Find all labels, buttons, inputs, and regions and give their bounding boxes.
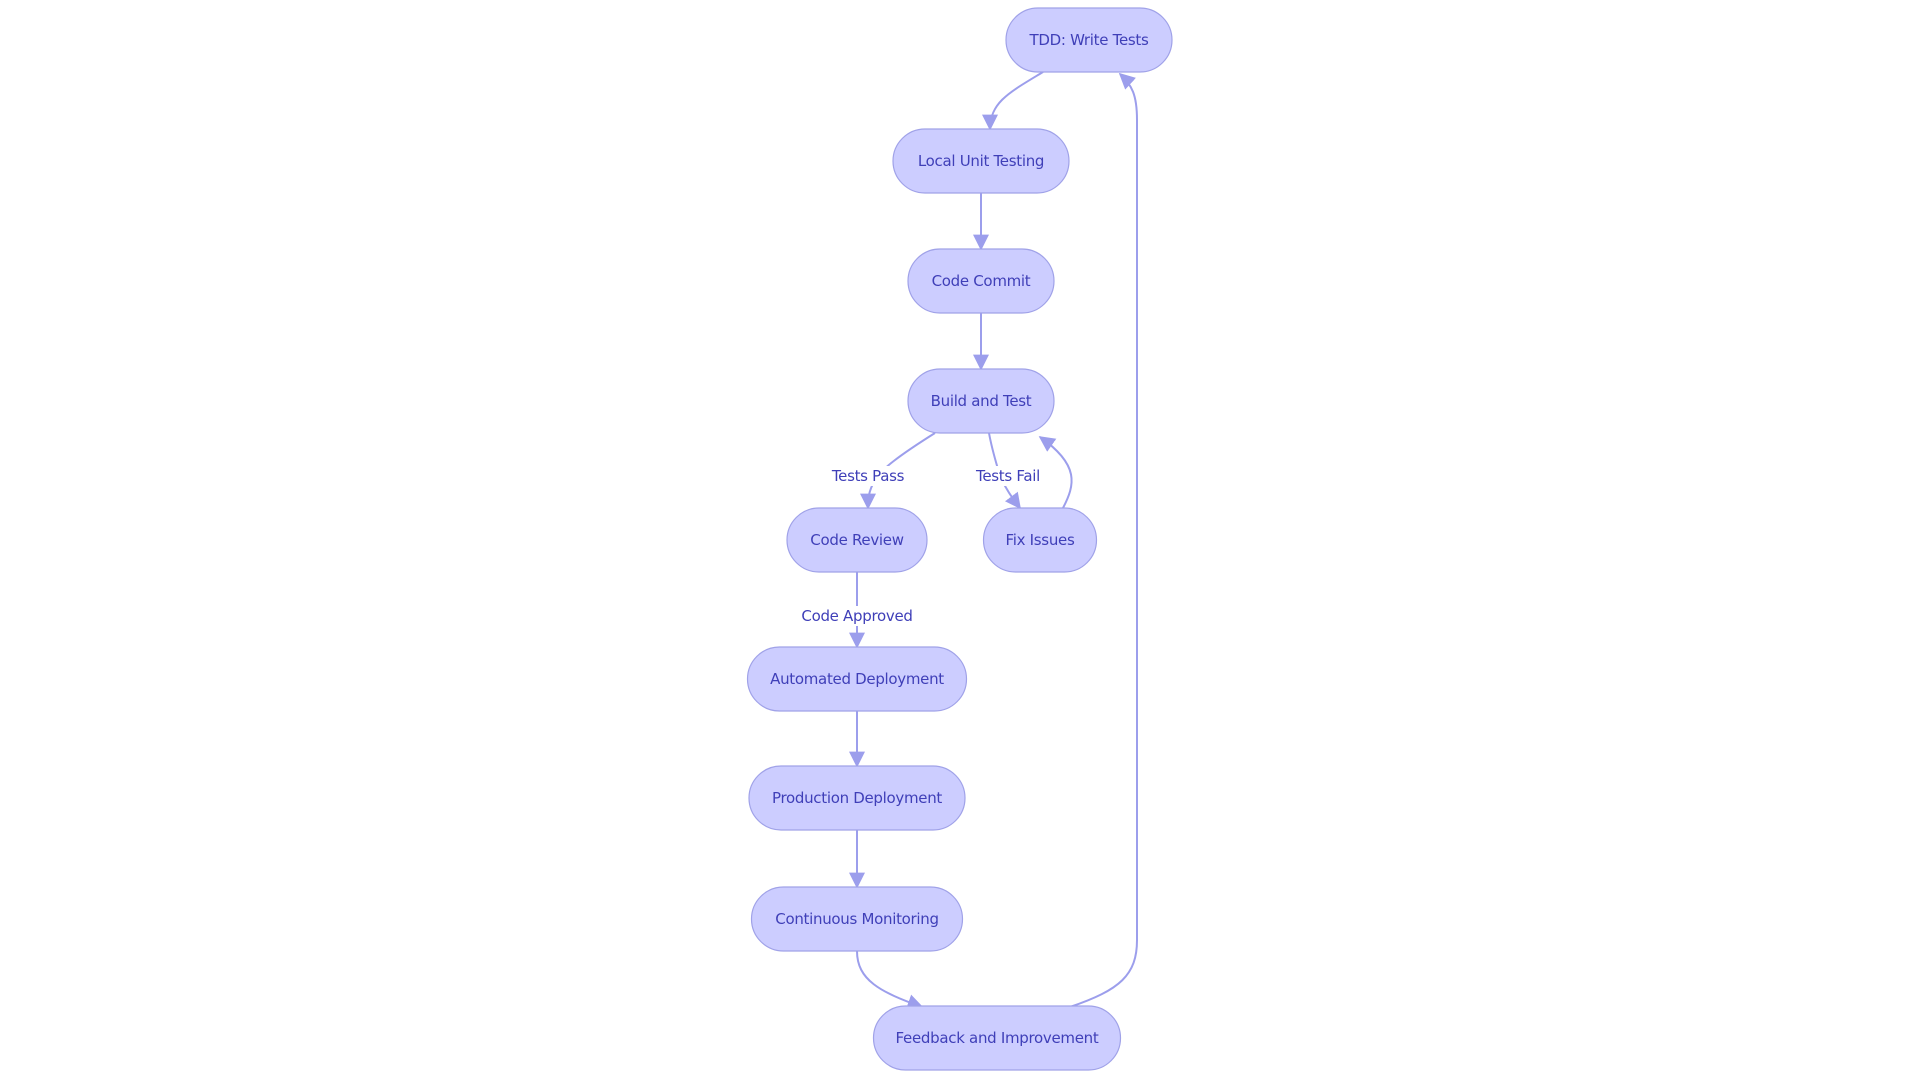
edge-tdd-to-local <box>982 71 1044 131</box>
edge-monitor-to-feedback <box>856 950 924 1010</box>
node-feedback[interactable]: Feedback and Improvement <box>872 1005 1122 1071</box>
edge-label-text: Tests Fail <box>975 467 1040 485</box>
node-label: Build and Test <box>931 392 1032 410</box>
node-monitor[interactable]: Continuous Monitoring <box>750 886 964 952</box>
node-commit[interactable]: Code Commit <box>907 248 1055 314</box>
node-proddeploy[interactable]: Production Deployment <box>748 765 966 831</box>
node-label: Production Deployment <box>772 789 942 807</box>
node-label: Code Commit <box>932 272 1031 290</box>
node-label: Code Review <box>810 531 903 549</box>
edge-label-text: Code Approved <box>801 607 912 625</box>
node-fix[interactable]: Fix Issues <box>982 507 1098 573</box>
edge-label-build-to-review: Tests Pass <box>828 466 907 486</box>
node-autodeploy[interactable]: Automated Deployment <box>746 646 968 712</box>
flowchart: Tests Pass Tests Fail Code Approved TDD: W… <box>746 7 1173 1071</box>
node-label: Automated Deployment <box>770 670 944 688</box>
node-build[interactable]: Build and Test <box>907 368 1055 434</box>
node-label: Local Unit Testing <box>918 152 1044 170</box>
node-label: Fix Issues <box>1006 531 1075 549</box>
node-local[interactable]: Local Unit Testing <box>892 128 1070 194</box>
node-label: Continuous Monitoring <box>775 910 938 928</box>
node-label: TDD: Write Tests <box>1028 31 1148 49</box>
edge-label-review-to-autodeploy: Code Approved <box>799 606 915 626</box>
edge-label-text: Tests Pass <box>831 467 905 485</box>
edge-label-build-to-fix: Tests Fail <box>973 466 1042 486</box>
node-tdd[interactable]: TDD: Write Tests <box>1005 7 1173 73</box>
node-review[interactable]: Code Review <box>786 507 928 573</box>
node-label: Feedback and Improvement <box>896 1029 1099 1047</box>
edge-fix-to-build <box>1038 436 1073 509</box>
nodes: TDD: Write Tests Local Unit Testing Code C… <box>746 7 1173 1071</box>
